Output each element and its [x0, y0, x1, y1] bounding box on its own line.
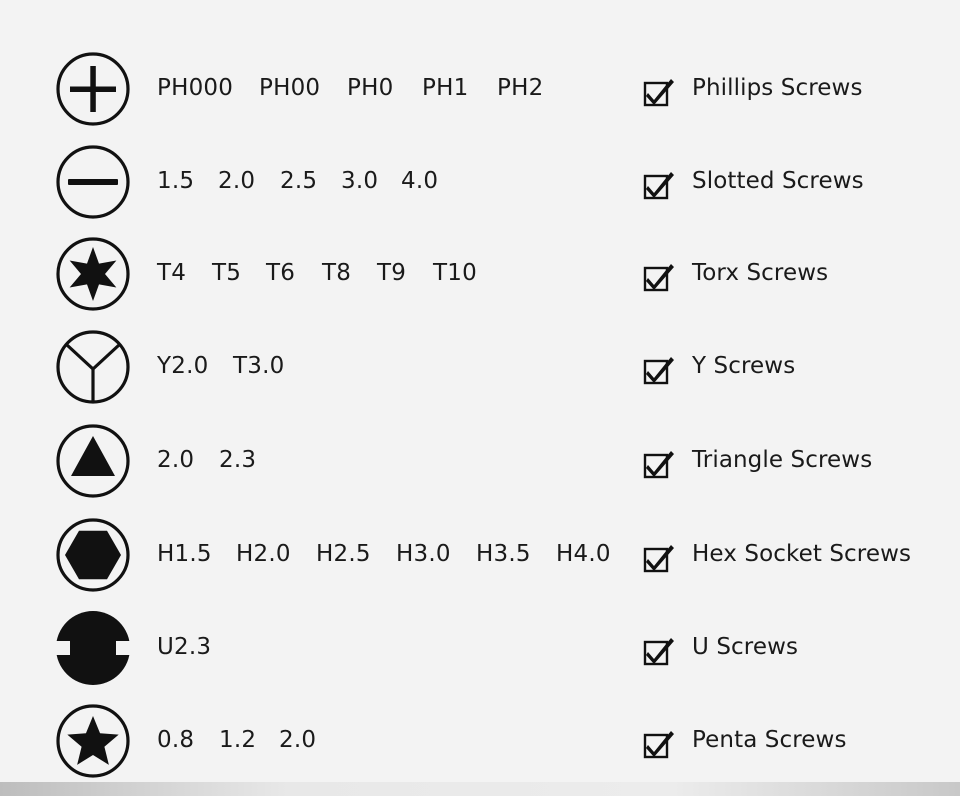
checkbox-checked-icon[interactable]	[643, 75, 675, 107]
screw-row: 2.0 2.3 Triangle Screws	[0, 414, 960, 506]
screw-row: 1.5 2.0 2.5 3.0 4.0 Slotted Screws	[0, 135, 960, 227]
size-label: H1.5	[157, 541, 212, 567]
size-label: 2.3	[219, 447, 257, 473]
size-label: H3.5	[476, 541, 531, 567]
size-label: T6	[266, 260, 296, 286]
screw-type-label: Penta Screws	[692, 727, 847, 753]
size-label: 2.5	[280, 168, 318, 194]
size-label: H4.0	[556, 541, 611, 567]
size-label: U2.3	[157, 634, 212, 660]
size-label: T5	[212, 260, 242, 286]
screw-row: T4 T5 T6 T8 T9 T10 Torx Screws	[0, 227, 960, 319]
checkbox-checked-icon[interactable]	[643, 168, 675, 200]
y-icon	[55, 329, 131, 405]
size-label: H2.0	[236, 541, 291, 567]
size-label: PH000	[157, 75, 234, 101]
size-label: 2.0	[218, 168, 256, 194]
screw-type-label: U Screws	[692, 634, 799, 660]
screw-type-label: Y Screws	[692, 353, 796, 379]
screw-type-label: Torx Screws	[692, 260, 829, 286]
size-label: 4.0	[401, 168, 439, 194]
size-label: H2.5	[316, 541, 371, 567]
checkbox-checked-icon[interactable]	[643, 447, 675, 479]
screw-type-label: Phillips Screws	[692, 75, 863, 101]
size-label: PH1	[422, 75, 469, 101]
screw-type-label: Slotted Screws	[692, 168, 864, 194]
size-label: 3.0	[341, 168, 379, 194]
screw-type-label: Triangle Screws	[692, 447, 873, 473]
checkbox-checked-icon[interactable]	[643, 260, 675, 292]
checkbox-checked-icon[interactable]	[643, 727, 675, 759]
u-icon	[55, 610, 131, 686]
size-label: PH0	[347, 75, 394, 101]
size-label: 2.0	[157, 447, 195, 473]
screw-row: Y2.0 T3.0 Y Screws	[0, 320, 960, 412]
torx-icon	[55, 236, 131, 312]
size-label: Y2.0	[157, 353, 209, 379]
screw-row: H1.5 H2.0 H2.5 H3.0 H3.5 H4.0 Hex Socket Screw…	[0, 508, 960, 600]
checkbox-checked-icon[interactable]	[643, 353, 675, 385]
size-label: 2.0	[279, 727, 317, 753]
size-label: T10	[433, 260, 477, 286]
screw-row: 0.8 1.2 2.0 Penta Screws	[0, 694, 960, 786]
size-label: T8	[322, 260, 352, 286]
triangle-icon	[55, 423, 131, 499]
checkbox-checked-icon[interactable]	[643, 541, 675, 573]
screw-row: U2.3 U Screws	[0, 601, 960, 693]
size-label: PH00	[259, 75, 321, 101]
penta-icon	[55, 703, 131, 779]
hex-icon	[55, 517, 131, 593]
slotted-icon	[55, 144, 131, 220]
screw-type-label: Hex Socket Screws	[692, 541, 912, 567]
size-label: T9	[377, 260, 407, 286]
size-label: 0.8	[157, 727, 195, 753]
screw-row: PH000 PH00 PH0 PH1 PH2 Phillips Screws	[0, 42, 960, 134]
size-label: H3.0	[396, 541, 451, 567]
size-label: 1.5	[157, 168, 195, 194]
bottom-shadow	[0, 782, 960, 796]
checkbox-checked-icon[interactable]	[643, 634, 675, 666]
size-label: 1.2	[219, 727, 257, 753]
size-label: PH2	[497, 75, 544, 101]
size-label: T4	[157, 260, 187, 286]
phillips-icon	[55, 51, 131, 127]
size-label: T3.0	[233, 353, 285, 379]
